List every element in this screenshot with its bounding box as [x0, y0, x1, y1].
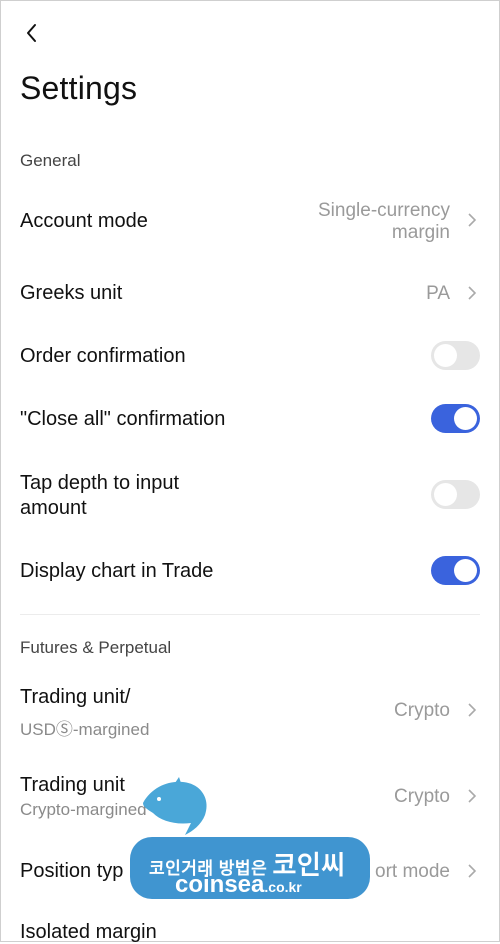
page-title: Settings	[20, 70, 138, 106]
trading-unit-usd-value: Crypto	[394, 700, 450, 721]
watermark-line2: coinsea	[175, 871, 265, 898]
display-chart-label: Display chart in Trade	[20, 560, 214, 582]
tap-depth-label-line2: amount	[20, 497, 87, 519]
order-confirmation-toggle[interactable]	[431, 341, 480, 370]
greeks-unit-value: PA	[426, 283, 450, 304]
section-futures: Futures & Perpetual	[20, 638, 172, 657]
tap-depth-label-line1: Tap depth to input	[20, 472, 180, 494]
position-type-label: Position typ	[20, 860, 124, 882]
trading-unit-usd-sub: USDⓈ-margined	[20, 720, 150, 739]
toggle-knob	[454, 407, 477, 430]
watermark-domain: coinsea.co.kr	[175, 871, 302, 899]
section-general: General	[20, 151, 81, 170]
account-mode-row[interactable]: Account mode Single-currency margin	[0, 190, 500, 252]
greeks-unit-row[interactable]: Greeks unit PA	[0, 272, 500, 316]
trading-unit-crypto-label: Trading unit	[20, 774, 125, 796]
watermark-line2-suffix: .co.kr	[264, 879, 302, 895]
toggle-knob	[434, 344, 457, 367]
order-confirmation-label: Order confirmation	[20, 345, 186, 367]
chevron-right-icon	[468, 286, 477, 300]
trading-unit-usd-label: Trading unit/	[20, 686, 131, 708]
close-all-confirmation-toggle[interactable]	[431, 404, 480, 433]
tap-depth-label: Tap depth to input amount	[20, 471, 250, 521]
account-mode-value-line1: Single-currency	[318, 200, 450, 221]
close-all-confirmation-label: "Close all" confirmation	[20, 408, 226, 430]
dolphin-icon	[143, 777, 207, 835]
account-mode-value: Single-currency margin	[318, 200, 450, 244]
account-mode-label: Account mode	[20, 210, 148, 232]
toggle-knob	[434, 483, 457, 506]
greeks-unit-label: Greeks unit	[20, 282, 123, 304]
isolated-margin-label[interactable]: Isolated margin	[20, 921, 157, 944]
position-type-value: ort mode	[375, 861, 450, 882]
account-mode-value-line2: margin	[391, 222, 450, 243]
display-chart-toggle[interactable]	[431, 556, 480, 585]
trading-unit-crypto-value: Crypto	[394, 786, 450, 807]
toggle-knob	[454, 559, 477, 582]
tap-depth-toggle[interactable]	[431, 480, 480, 509]
chevron-right-icon	[468, 213, 477, 227]
trading-unit-usd-row[interactable]: Trading unit/ USDⓈ-margined Crypto	[0, 680, 500, 740]
chevron-right-icon	[468, 864, 477, 878]
chevron-right-icon	[468, 703, 477, 717]
chevron-left-icon[interactable]	[20, 20, 44, 46]
divider	[20, 614, 480, 615]
chevron-right-icon	[468, 789, 477, 803]
watermark: 코인거래 방법은 코인씨 coinsea.co.kr	[125, 775, 375, 915]
